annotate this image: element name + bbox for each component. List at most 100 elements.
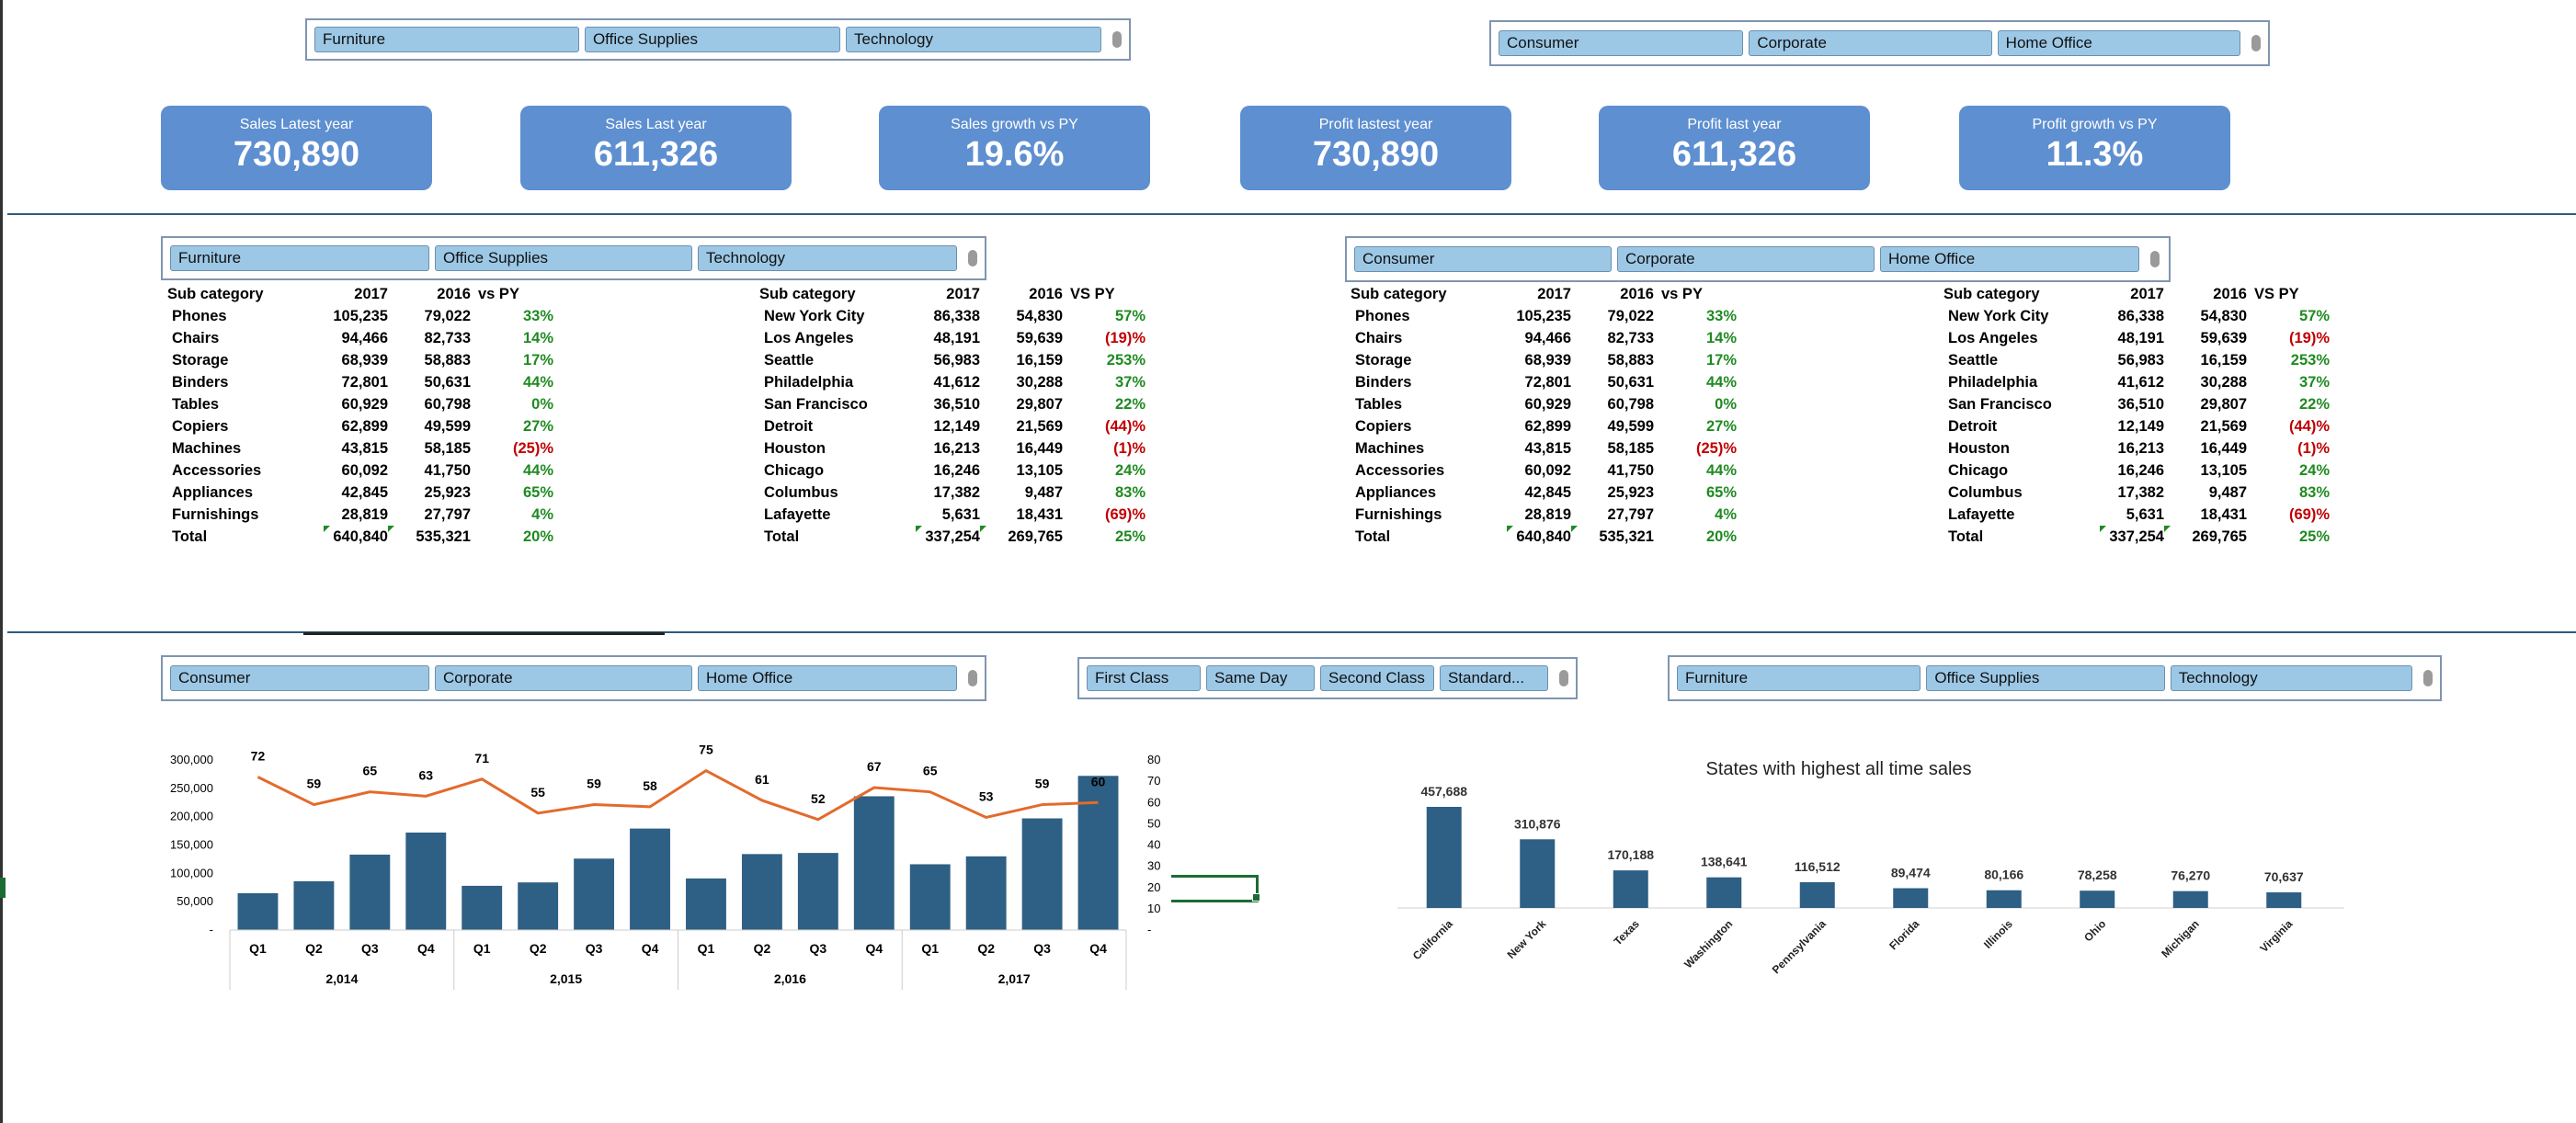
y2-tick-label: 70 bbox=[1147, 774, 1160, 788]
cell-value: 41,750 bbox=[1607, 461, 1654, 479]
cell-value: 18,431 bbox=[1016, 505, 1063, 523]
slicer-item-home-office[interactable]: Home Office bbox=[1997, 30, 2241, 56]
table-row: Detroit 12,149 21,569 (44)% bbox=[759, 415, 1146, 437]
cell-value: 13,105 bbox=[2200, 461, 2247, 479]
slicer-item-same-day[interactable]: Same Day bbox=[1205, 665, 1315, 691]
cell-value: 25,923 bbox=[1607, 483, 1654, 501]
cell-value: 16,449 bbox=[2200, 439, 2247, 457]
segment-slicer-bottom[interactable]: Consumer Corporate Home Office bbox=[161, 655, 986, 701]
category-slicer-top[interactable]: Furniture Office Supplies Technology bbox=[305, 18, 1131, 61]
selection-handle[interactable] bbox=[1252, 893, 1260, 902]
category-slicer-bottom[interactable]: Furniture Office Supplies Technology bbox=[1668, 655, 2442, 701]
category-slicer-mid[interactable]: Furniture Office Supplies Technology bbox=[161, 236, 986, 280]
slicer-item-office-supplies[interactable]: Office Supplies bbox=[584, 27, 840, 52]
slicer-item-corporate[interactable]: Corporate bbox=[435, 665, 692, 691]
cell-value: 49,599 bbox=[1607, 417, 1654, 435]
cell-value: 24% bbox=[2298, 461, 2330, 479]
slicer-scrollbar[interactable] bbox=[2251, 35, 2262, 51]
data-label: 76,270 bbox=[2171, 868, 2210, 883]
data-label: 65 bbox=[923, 764, 938, 778]
bar bbox=[1077, 776, 1119, 930]
row-label: Houston bbox=[764, 439, 826, 457]
slicer-item-consumer[interactable]: Consumer bbox=[1354, 246, 1612, 272]
row-label: Total bbox=[172, 527, 208, 545]
row-label: Storage bbox=[172, 351, 229, 369]
data-label: 89,474 bbox=[1891, 865, 1931, 879]
cell-value: 44% bbox=[1705, 461, 1737, 479]
table-row: San Francisco 36,510 29,807 22% bbox=[1943, 393, 2330, 415]
slicer-item-technology[interactable]: Technology bbox=[2170, 665, 2413, 691]
cell-value: 640,840 bbox=[324, 526, 388, 548]
slicer-item-standard[interactable]: Standard... bbox=[1439, 665, 1548, 691]
slicer-scrollbar[interactable] bbox=[968, 670, 977, 686]
data-label: 170,188 bbox=[1607, 847, 1654, 862]
x-tick-label: Q4 bbox=[865, 941, 883, 956]
kpi-value: 611,326 bbox=[1671, 135, 1797, 174]
cell-value: 27% bbox=[522, 417, 553, 435]
slicer-item-corporate[interactable]: Corporate bbox=[1617, 246, 1875, 272]
cell-value: 9,487 bbox=[1024, 483, 1063, 501]
slicer-scrollbar[interactable] bbox=[2150, 251, 2160, 267]
segment-slicer-mid[interactable]: Consumer Corporate Home Office bbox=[1345, 236, 2171, 282]
row-label: San Francisco bbox=[1948, 395, 2052, 413]
kpi-profit-growth: Profit growth vs PY 11.3% bbox=[1959, 106, 2230, 190]
cell-value: 16,159 bbox=[2200, 351, 2247, 369]
slicer-scrollbar[interactable] bbox=[968, 250, 977, 267]
slicer-item-second-class[interactable]: Second Class bbox=[1320, 665, 1434, 691]
cell-value: 17,382 bbox=[2117, 483, 2164, 501]
slicer-item-furniture[interactable]: Furniture bbox=[170, 245, 429, 271]
slicer-item-consumer[interactable]: Consumer bbox=[1499, 30, 1744, 56]
slicer-scrollbar[interactable] bbox=[1112, 31, 1123, 48]
slicer-item-office-supplies[interactable]: Office Supplies bbox=[1926, 665, 2165, 691]
column-header: Sub category bbox=[1351, 285, 1447, 302]
row-label: New York City bbox=[764, 307, 865, 324]
slicer-item-home-office[interactable]: Home Office bbox=[1880, 246, 2139, 272]
cell-value: 337,254 bbox=[2100, 526, 2164, 548]
slicer-scrollbar[interactable] bbox=[1559, 670, 1568, 686]
table-row: Seattle 56,983 16,159 253% bbox=[759, 349, 1146, 371]
table-row: Chicago 16,246 13,105 24% bbox=[1943, 459, 2330, 482]
row-label: Appliances bbox=[1355, 483, 1437, 501]
kpi-label: Profit last year bbox=[1687, 117, 1782, 132]
cell-value: 36,510 bbox=[2117, 395, 2164, 413]
data-label: 52 bbox=[811, 791, 826, 806]
row-label: Columbus bbox=[764, 483, 838, 501]
cell-selection[interactable] bbox=[1171, 875, 1259, 902]
cell-border bbox=[303, 632, 665, 635]
cell-value: 86,338 bbox=[933, 307, 980, 324]
cell-value: 43,815 bbox=[1524, 439, 1571, 457]
kpi-profit-latest: Profit lastest year 730,890 bbox=[1240, 106, 1511, 190]
table-row: Machines 43,815 58,185 (25)% bbox=[1351, 437, 1737, 459]
column-header: VS PY bbox=[1070, 285, 1115, 302]
bar bbox=[1021, 818, 1063, 930]
row-label: Tables bbox=[172, 395, 220, 413]
x-tick-label: Pennsylvania bbox=[1770, 917, 1829, 976]
slicer-item-first-class[interactable]: First Class bbox=[1087, 665, 1201, 691]
cell-value: 41,750 bbox=[424, 461, 471, 479]
ship-mode-slicer[interactable]: First Class Same Day Second Class Standa… bbox=[1077, 657, 1578, 699]
cell-value: 535,321 bbox=[388, 526, 471, 548]
slicer-item-consumer[interactable]: Consumer bbox=[170, 665, 429, 691]
cell-value: 9,487 bbox=[2208, 483, 2247, 501]
slicer-item-home-office[interactable]: Home Office bbox=[698, 665, 957, 691]
cell-value: 44% bbox=[522, 461, 553, 479]
cell-value: 58,185 bbox=[1607, 439, 1654, 457]
data-label: 71 bbox=[474, 751, 489, 766]
table-row: Total 337,254 269,765 25% bbox=[1943, 526, 2330, 548]
slicer-item-technology[interactable]: Technology bbox=[698, 245, 957, 271]
cell-value: 54,830 bbox=[1016, 307, 1063, 324]
cell-value: 253% bbox=[1106, 351, 1146, 369]
bar bbox=[2172, 890, 2208, 908]
slicer-item-office-supplies[interactable]: Office Supplies bbox=[435, 245, 692, 271]
kpi-sales-latest: Sales Latest year 730,890 bbox=[161, 106, 432, 190]
x-tick-label: Illinois bbox=[1981, 917, 2015, 951]
slicer-item-corporate[interactable]: Corporate bbox=[1749, 30, 1992, 56]
slicer-item-furniture[interactable]: Furniture bbox=[1677, 665, 1921, 691]
cell-value: 83% bbox=[2298, 483, 2330, 501]
table-row: Lafayette 5,631 18,431 (69)% bbox=[759, 504, 1146, 526]
slicer-scrollbar[interactable] bbox=[2423, 670, 2434, 686]
slicer-item-technology[interactable]: Technology bbox=[845, 27, 1102, 52]
table-row: Accessories 60,092 41,750 44% bbox=[1351, 459, 1737, 482]
slicer-item-furniture[interactable]: Furniture bbox=[314, 27, 579, 52]
segment-slicer-top[interactable]: Consumer Corporate Home Office bbox=[1489, 20, 2270, 66]
